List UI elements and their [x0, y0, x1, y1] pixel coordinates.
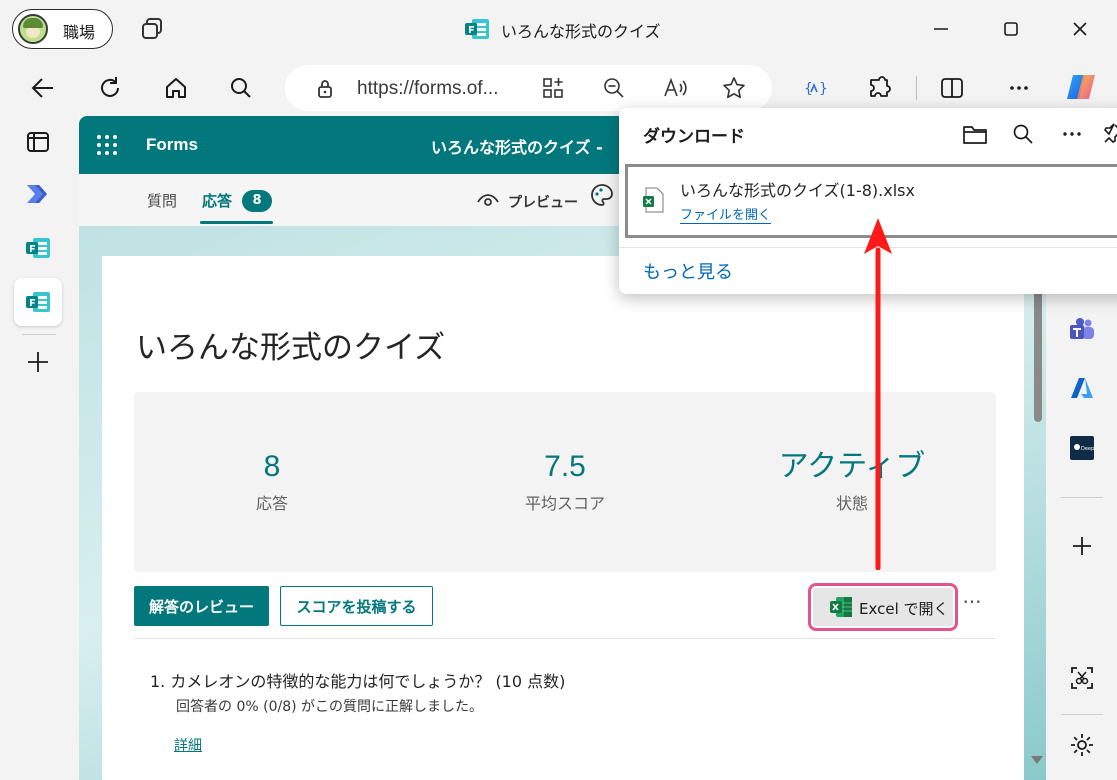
deepl-icon[interactable]: DeepL	[1064, 430, 1100, 466]
new-tab-plus-icon[interactable]	[14, 338, 62, 386]
annotation-arrow	[864, 218, 892, 570]
extension-icon[interactable]: {}	[797, 70, 833, 106]
theme-icon[interactable]	[589, 182, 615, 208]
more-icon[interactable]	[1001, 70, 1037, 106]
teams-icon[interactable]	[1064, 312, 1100, 348]
active-tab-indicator	[200, 221, 273, 224]
app-available-icon[interactable]	[535, 70, 571, 106]
forms-active-tab-icon[interactable]	[14, 278, 62, 326]
form-header-title: いろんな形式のクイズ -	[431, 138, 603, 157]
stat-value: 7.5	[544, 450, 586, 483]
stat-label: 応答	[255, 494, 288, 513]
tab-responses[interactable]: 応答	[202, 190, 232, 211]
vertical-tab-bar	[0, 116, 79, 780]
preview-label: プレビュー	[508, 195, 578, 211]
preview-button[interactable]: プレビュー	[476, 190, 578, 212]
lock-icon[interactable]	[307, 71, 343, 107]
forms-tab-icon[interactable]	[14, 224, 62, 272]
stat-label: 平均スコア	[524, 494, 605, 513]
post-scores-button[interactable]: スコアを投稿する	[280, 586, 433, 626]
stat-label: 状態	[835, 494, 868, 513]
stat-responses: 8 応答	[152, 448, 392, 514]
card-divider	[134, 638, 996, 639]
pin-icon[interactable]	[1099, 120, 1117, 148]
maximize-icon[interactable]	[994, 12, 1028, 46]
page-scrollbar[interactable]	[1029, 286, 1046, 780]
stat-value: 8	[263, 450, 281, 483]
close-icon[interactable]	[1063, 12, 1097, 46]
downloads-more-icon[interactable]	[1058, 120, 1086, 148]
puzzle-icon[interactable]	[862, 70, 898, 106]
favorite-icon[interactable]	[716, 70, 752, 106]
read-aloud-icon[interactable]	[657, 70, 693, 106]
stat-average-score: 7.5 平均スコア	[445, 448, 685, 514]
see-more-link[interactable]: もっと見る	[643, 258, 733, 284]
sidebar-separator	[1061, 497, 1103, 498]
tab-separator	[22, 334, 56, 335]
review-answers-button[interactable]: 解答のレビュー	[134, 586, 269, 626]
title-bar: 職場 いろんな形式のクイズ	[0, 0, 1117, 60]
svg-text:DeepL: DeepL	[1081, 446, 1095, 452]
open-in-excel-button[interactable]: Excel で開く	[813, 588, 953, 626]
question-result: 回答者の 0% (0/8) がこの質問に正解しました。	[176, 699, 484, 715]
svg-text:}: }	[819, 81, 828, 97]
home-icon[interactable]	[158, 70, 194, 106]
screenshot-icon[interactable]	[1064, 660, 1100, 696]
search-icon[interactable]	[223, 70, 259, 106]
open-file-link[interactable]: ファイルを開く	[680, 204, 772, 224]
plus-icon[interactable]	[1064, 528, 1100, 564]
stat-value: アクティブ	[778, 450, 926, 483]
back-icon[interactable]	[25, 70, 61, 106]
excel-file-icon	[642, 187, 664, 213]
search-downloads-icon[interactable]	[1009, 120, 1037, 148]
zoom-out-icon[interactable]	[596, 70, 632, 106]
profile-label: 職場	[63, 23, 96, 42]
split-screen-icon[interactable]	[934, 70, 970, 106]
scrollbar-thumb[interactable]	[1034, 290, 1042, 422]
forms-icon	[464, 18, 490, 40]
profile-button[interactable]: 職場	[12, 9, 113, 49]
more-options-icon[interactable]: ···	[960, 592, 984, 618]
download-file-name: いろんな形式のクイズ(1-8).xlsx	[680, 181, 915, 200]
tabs-icon[interactable]	[138, 15, 166, 43]
minimize-icon[interactable]	[924, 12, 958, 46]
response-count-badge: 8	[242, 190, 272, 212]
window-title-text: いろんな形式のクイズ	[501, 22, 661, 41]
question-detail-link[interactable]: 詳細	[174, 735, 202, 755]
eye-icon	[477, 194, 499, 206]
folder-icon[interactable]	[961, 120, 989, 148]
scroll-down-icon[interactable]	[1031, 756, 1043, 764]
toolbar-divider	[916, 76, 917, 100]
avatar	[18, 14, 48, 44]
stat-status: アクティブ 状態	[732, 448, 972, 514]
tab-actions-icon[interactable]	[14, 118, 62, 166]
copilot-icon[interactable]	[1063, 69, 1099, 105]
excel-icon	[830, 597, 852, 617]
open-in-excel-label: Excel で開く	[859, 600, 949, 618]
url-text[interactable]: https://forms.of...	[357, 78, 499, 100]
power-automate-icon[interactable]	[14, 170, 62, 218]
quiz-title: いろんな形式のクイズ	[136, 330, 446, 366]
azure-icon[interactable]	[1064, 370, 1100, 406]
refresh-icon[interactable]	[92, 70, 128, 106]
tab-questions[interactable]: 質問	[147, 190, 177, 211]
gear-icon[interactable]	[1064, 727, 1100, 763]
question-text: 1. カメレオンの特徴的な能力は何でしょうか？ (10 点数)	[150, 672, 566, 691]
forms-brand[interactable]: Forms	[146, 135, 198, 155]
sidebar-separator-bottom	[1061, 714, 1103, 715]
downloads-title: ダウンロード	[643, 127, 745, 147]
waffle-icon[interactable]	[96, 134, 118, 156]
address-bar[interactable]: https://forms.of...	[285, 65, 772, 111]
